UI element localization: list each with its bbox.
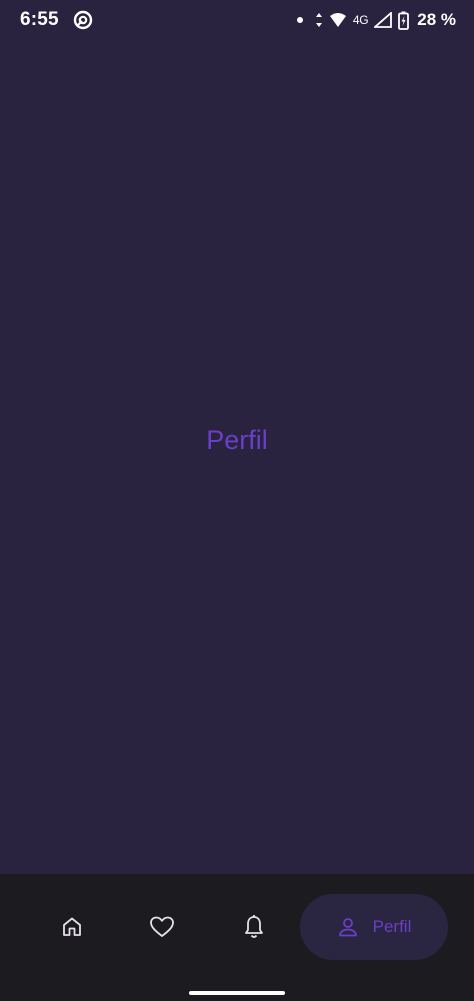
bell-icon (242, 914, 266, 940)
network-type: 4G (352, 13, 369, 27)
status-bar: 6:55 4G 28 % (0, 0, 474, 40)
nav-item-profile-label: Perfil (372, 917, 412, 936)
wifi-icon (329, 12, 347, 28)
bottom-navigation: Perfil (0, 874, 474, 980)
dot-icon (296, 17, 303, 23)
nav-item-favorites[interactable] (122, 894, 202, 960)
heart-icon (149, 915, 175, 939)
signal-icon (374, 12, 393, 28)
page-title: Perfil (206, 424, 268, 455)
battery-percent: 28 % (417, 10, 456, 29)
main-content: Perfil (0, 40, 474, 874)
status-right: 4G 28 % (296, 10, 456, 30)
home-gesture-handle[interactable] (189, 991, 285, 995)
gesture-area (0, 980, 474, 1001)
nav-item-notifications[interactable] (214, 894, 294, 960)
status-left: 6:55 (20, 9, 93, 31)
nav-item-profile[interactable]: Perfil (300, 894, 448, 960)
home-icon (60, 915, 84, 939)
battery-charging-icon (398, 11, 410, 30)
status-time: 6:55 (20, 9, 59, 30)
person-icon (337, 916, 359, 938)
data-arrows-icon (315, 12, 323, 28)
sync-icon (73, 10, 93, 30)
nav-item-home[interactable] (32, 894, 112, 960)
